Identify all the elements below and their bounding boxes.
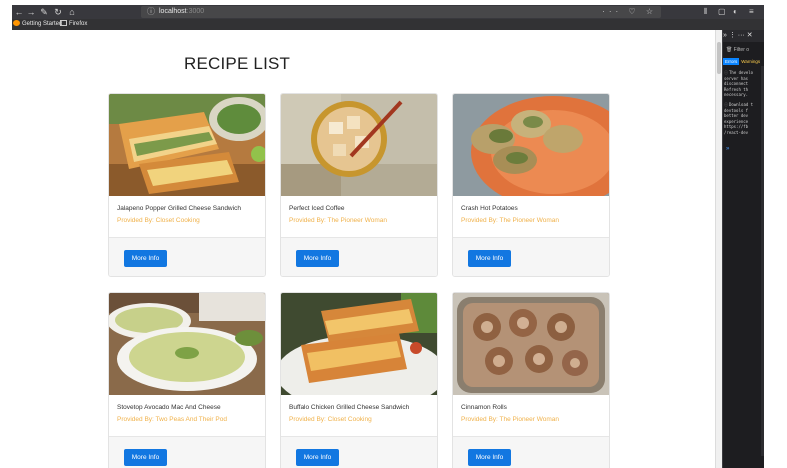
recipe-card-body: Stovetop Avocado Mac And Cheese Provided… [109, 395, 265, 435]
recipe-card-footer: More Info [453, 237, 609, 276]
browser-toolbar: ← → ✎ ↻ ⌂ ⓘ localhost:3000 ··· ♡ ☆ ⫴ ▢ ◐… [12, 5, 764, 19]
console-prompt[interactable]: » [726, 146, 729, 152]
recipe-card-body: Cinnamon Rolls Provided By: The Pioneer … [453, 395, 609, 435]
recipe-card-body: Crash Hot Potatoes Provided By: The Pion… [453, 196, 609, 236]
recipe-image-jalapeno-sandwich [109, 94, 265, 196]
url-text[interactable]: localhost:3000 [159, 6, 204, 18]
console-filter[interactable]: 🗑 Filter o [723, 44, 764, 56]
page-actions[interactable]: ··· ♡ ☆ [602, 6, 657, 18]
url-bar[interactable]: ⓘ localhost:3000 ··· ♡ ☆ [141, 6, 661, 18]
info-icon: ⓘ [724, 102, 728, 107]
devtools-panel: » ⋮ ··· ✕ 🗑 Filter o Errors Warnings ⓘThe… [722, 30, 764, 468]
console-message: ⓘDownload t devtools f better dev experi… [724, 102, 754, 135]
page-title: RECIPE LIST [184, 54, 291, 73]
recipe-card: Cinnamon Rolls Provided By: The Pioneer … [452, 292, 610, 468]
devtools-header[interactable]: » ⋮ ··· ✕ [723, 30, 764, 42]
reload-icon[interactable]: ↻ [52, 5, 64, 19]
filter-input[interactable]: Filter o [734, 47, 749, 53]
recipe-card-body: Jalapeno Popper Grilled Cheese Sandwich … [109, 196, 265, 236]
more-info-button[interactable]: More Info [296, 250, 339, 267]
recipe-provider: Provided By: The Pioneer Woman [461, 416, 560, 423]
bookmark-firefox[interactable]: Firefox [60, 19, 87, 30]
tab-warnings[interactable]: Warnings [739, 58, 762, 65]
console-message: ⓘThe develo server has disconnect Refres… [724, 70, 754, 97]
console-tabs: Errors Warnings [723, 58, 764, 65]
recipe-name: Crash Hot Potatoes [461, 205, 518, 212]
recipe-card-footer: More Info [281, 237, 437, 276]
recipe-name: Perfect Iced Coffee [289, 205, 345, 212]
page-scroll-thumb[interactable] [717, 42, 721, 74]
browser-window: ← → ✎ ↻ ⌂ ⓘ localhost:3000 ··· ♡ ☆ ⫴ ▢ ◐… [0, 0, 787, 468]
tab-errors[interactable]: Errors [723, 58, 740, 65]
recipe-card: Crash Hot Potatoes Provided By: The Pion… [452, 93, 610, 277]
recipe-image-avocado-mac [109, 293, 265, 395]
sidebar-icon[interactable]: ▢ [718, 5, 726, 19]
recipe-name: Buffalo Chicken Grilled Cheese Sandwich [289, 404, 410, 411]
recipe-name: Jalapeno Popper Grilled Cheese Sandwich [117, 205, 241, 212]
recipe-card: Jalapeno Popper Grilled Cheese Sandwich … [108, 93, 266, 277]
forward-arrow-icon[interactable]: → [25, 5, 37, 19]
recipe-provider: Provided By: Closet Cooking [289, 416, 372, 423]
recipe-card-footer: More Info [109, 237, 265, 276]
right-margin [764, 0, 787, 468]
more-info-button[interactable]: More Info [468, 250, 511, 267]
extension-icon[interactable]: ◐ [733, 5, 738, 19]
more-info-button[interactable]: More Info [124, 449, 167, 466]
recipe-card-body: Buffalo Chicken Grilled Cheese Sandwich … [281, 395, 437, 435]
recipe-card: Buffalo Chicken Grilled Cheese Sandwich … [280, 292, 438, 468]
recipe-image-cinnamon-rolls [453, 293, 609, 395]
library-icon[interactable]: ⫴ [704, 5, 707, 19]
recipe-provider: Provided By: Closet Cooking [117, 217, 200, 224]
recipe-card-footer: More Info [281, 436, 437, 468]
recipe-image-crash-potatoes [453, 94, 609, 196]
more-info-button[interactable]: More Info [468, 449, 511, 466]
recipe-provider: Provided By: Two Peas And Their Pod [117, 416, 227, 423]
recipe-image-buffalo-sandwich [281, 293, 437, 395]
bookmarks-bar: Getting Started Firefox [12, 19, 764, 30]
recipe-provider: Provided By: The Pioneer Woman [461, 217, 560, 224]
recipe-image-iced-coffee [281, 94, 437, 196]
recipe-card-footer: More Info [453, 436, 609, 468]
recipe-card-body: Perfect Iced Coffee Provided By: The Pio… [281, 196, 437, 236]
menu-icon[interactable]: ≡ [749, 5, 754, 19]
recipe-name: Stovetop Avocado Mac And Cheese [117, 404, 221, 411]
info-icon[interactable]: ⓘ [147, 6, 155, 18]
bookmark-getting-started[interactable]: Getting Started [13, 19, 62, 30]
left-margin [0, 0, 12, 468]
recipe-card-footer: More Info [109, 436, 265, 468]
folder-icon [60, 20, 67, 26]
recipe-name: Cinnamon Rolls [461, 404, 507, 411]
page-scrollbar[interactable] [715, 30, 722, 468]
trash-icon[interactable]: 🗑 [726, 47, 732, 53]
info-icon: ⓘ [724, 70, 728, 75]
home-icon[interactable]: ⌂ [66, 5, 78, 19]
firefox-icon [13, 20, 20, 26]
page-content: RECIPE LIST Jalapeno Popper Grilled Chee… [12, 30, 722, 468]
recipe-card: Stovetop Avocado Mac And Cheese Provided… [108, 292, 266, 468]
more-info-button[interactable]: More Info [124, 250, 167, 267]
tools-icon[interactable]: ✎ [38, 5, 50, 19]
back-arrow-icon[interactable]: ← [13, 5, 25, 19]
more-info-button[interactable]: More Info [296, 449, 339, 466]
recipe-provider: Provided By: The Pioneer Woman [289, 217, 388, 224]
recipe-card: Perfect Iced Coffee Provided By: The Pio… [280, 93, 438, 277]
